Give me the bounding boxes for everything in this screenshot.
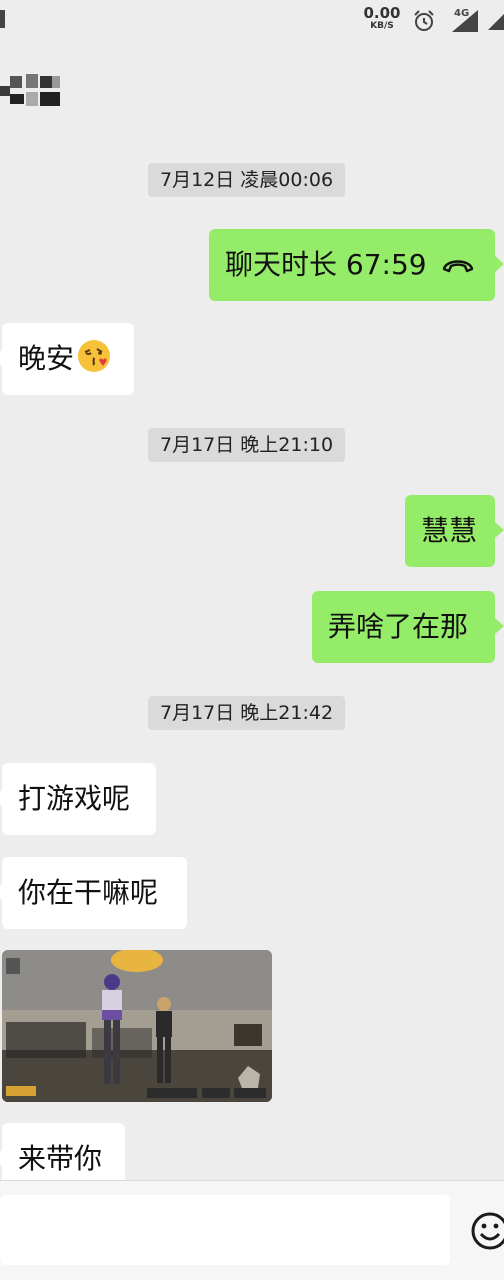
network-speed: 0.00 KB/S [360,5,404,31]
message-text: 你在干嘛呢 [18,876,159,909]
call-duration-text: 聊天时长 67:59 [225,248,427,281]
outgoing-message[interactable]: 弄啥了在那 [312,591,504,663]
alarm-clock-icon [414,10,434,31]
contact-name-pixelated[interactable] [0,70,64,110]
incoming-message[interactable]: 你在干嘛呢 [0,857,187,929]
network-speed-unit: KB/S [370,21,394,31]
network-type-label: 4G [454,8,469,19]
game-screenshot-picture [2,950,272,1102]
incoming-message[interactable]: 打游戏呢 [0,763,156,835]
chat-input-bar [0,1180,504,1280]
battery-icon [488,14,504,30]
message-text: 弄啥了在那 [328,610,469,643]
signal-icon: 4G [452,8,478,32]
outgoing-message[interactable]: 慧慧 [405,495,504,567]
timestamp: 7月17日 晚上21:42 [148,696,346,730]
message-text: 晚安 [18,342,75,375]
network-speed-value: 0.00 [363,4,401,22]
timestamp: 7月12日 凌晨00:06 [148,163,346,197]
message-input[interactable] [0,1195,450,1265]
timestamp: 7月17日 晚上21:10 [148,428,346,462]
incoming-message[interactable]: 晚安 [0,323,134,395]
message-text: 来带你 [18,1142,103,1175]
kissing-heart-emoji-icon [78,340,111,372]
message-text: 慧慧 [421,514,478,547]
notification-icon [0,10,5,28]
status-bar: 0.00 KB/S 4G [0,0,504,40]
emoji-icon[interactable] [468,1203,504,1259]
call-duration-bubble[interactable]: 聊天时长 67:59 [209,229,504,301]
hangup-icon [442,260,473,273]
message-text: 打游戏呢 [18,782,131,815]
game-screenshot-image[interactable] [2,950,272,1102]
